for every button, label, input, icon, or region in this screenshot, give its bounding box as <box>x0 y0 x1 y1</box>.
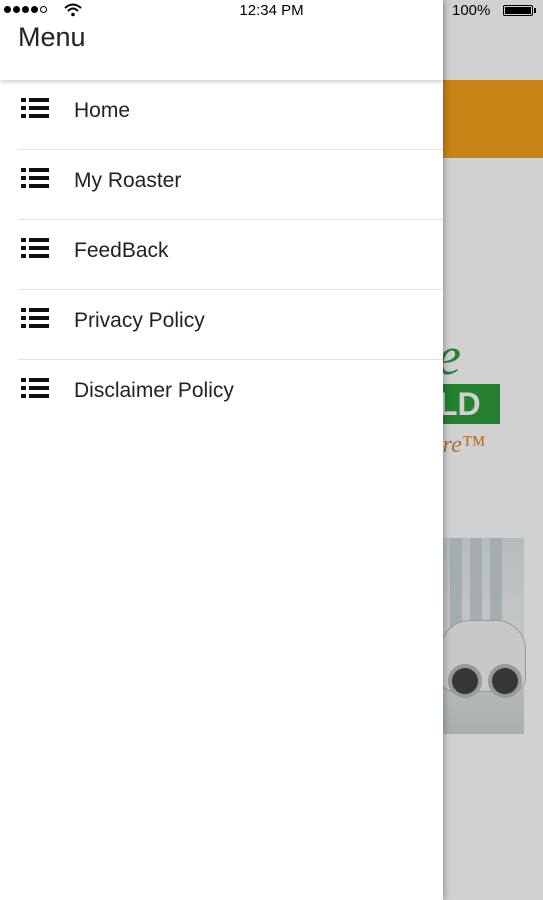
menu-item-label: My Roaster <box>74 169 182 192</box>
menu-item-feedback[interactable]: FeedBack <box>18 220 443 290</box>
list-icon <box>21 238 49 258</box>
battery-percentage: 100% <box>452 2 491 19</box>
list-icon <box>21 168 49 188</box>
menu-item-disclaimer-policy[interactable]: Disclaimer Policy <box>18 360 443 429</box>
battery-tip <box>534 8 536 13</box>
navigation-drawer: Menu Home My Roaster FeedBack Privacy Po… <box>0 0 443 900</box>
menu-item-label: Privacy Policy <box>74 309 205 332</box>
menu-item-my-roaster[interactable]: My Roaster <box>18 150 443 220</box>
list-icon <box>21 378 49 398</box>
menu-list: Home My Roaster FeedBack Privacy Policy … <box>18 80 443 429</box>
menu-item-label: Home <box>74 99 131 122</box>
menu-item-label: FeedBack <box>74 239 169 262</box>
status-bar: 12:34 PM 100% <box>0 0 543 22</box>
menu-item-home[interactable]: Home <box>18 80 443 150</box>
menu-item-privacy-policy[interactable]: Privacy Policy <box>18 290 443 360</box>
menu-item-label: Disclaimer Policy <box>74 379 234 402</box>
list-icon <box>21 308 49 328</box>
list-icon <box>21 98 49 118</box>
drawer-title: Menu <box>18 22 86 52</box>
battery-icon <box>503 5 533 16</box>
